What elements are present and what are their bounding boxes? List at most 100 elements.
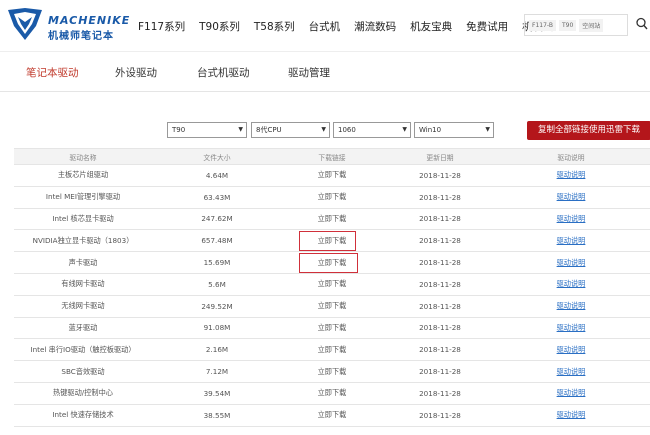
search-input[interactable]: F117-B T90 空间站 — [524, 14, 628, 36]
driver-notes-link-cell: 驱动说明 — [498, 252, 644, 273]
driver-notes-link[interactable]: 驱动说明 — [557, 279, 586, 289]
download-link-cell: 立即下载 — [282, 230, 382, 251]
driver-name-cell: 热键驱动/控制中心 — [14, 383, 152, 404]
download-link[interactable]: 立即下载 — [318, 323, 347, 333]
nav-guide[interactable]: 机友宝典 — [410, 19, 452, 34]
file-size: 38.55M — [203, 410, 231, 420]
dropdown-arrow-icon: ▼ — [402, 126, 407, 133]
update-date: 2018-11-28 — [419, 345, 461, 355]
driver-notes-link-cell: 驱动说明 — [498, 405, 644, 426]
download-link[interactable]: 立即下载 — [318, 388, 347, 398]
driver-name: Intel MEI管理引擎驱动 — [45, 192, 121, 202]
driver-notes-link-cell: 驱动说明 — [498, 274, 644, 295]
driver-notes-link[interactable]: 驱动说明 — [557, 170, 586, 180]
driver-notes-link[interactable]: 驱动说明 — [557, 323, 586, 333]
table-row: Intel 核芯显卡驱动 247.62M 立即下载 2018-11-28 驱动说明 — [14, 209, 650, 231]
nav-digital[interactable]: 潮流数码 — [354, 19, 396, 34]
logo-text-cn: 机械师笔记本 — [48, 31, 114, 42]
table-row: Intel 串行IO驱动（触控板驱动） 2.16M 立即下载 2018-11-28 驱动… — [14, 339, 650, 362]
file-size: 39.54M — [203, 388, 231, 398]
file-size: 657.48M — [201, 236, 233, 246]
model-select[interactable]: T90 ▼ — [167, 122, 247, 138]
model-select-value: T90 — [172, 126, 186, 134]
driver-notes-link[interactable]: 驱动说明 — [557, 236, 586, 246]
dropdown-arrow-icon: ▼ — [485, 126, 490, 133]
update-date: 2018-11-28 — [419, 388, 461, 398]
search-tag[interactable]: T90 — [558, 19, 577, 31]
download-link[interactable]: 立即下载 — [318, 410, 347, 420]
driver-notes-link[interactable]: 驱动说明 — [557, 345, 586, 355]
download-link[interactable]: 立即下载 — [318, 279, 347, 289]
driver-notes-link[interactable]: 驱动说明 — [557, 214, 586, 224]
driver-name-cell: Intel 核芯显卡驱动 — [14, 209, 152, 230]
nav-f117[interactable]: F117系列 — [138, 19, 185, 34]
download-link-cell: 立即下载 — [282, 209, 382, 230]
tab-laptop-drivers[interactable]: 笔记本驱动 — [26, 65, 79, 80]
driver-notes-link-cell: 驱动说明 — [498, 318, 644, 339]
file-size-cell: 657.48M — [152, 230, 282, 251]
driver-name: Intel 快速存储技术 — [52, 410, 114, 420]
tab-driver-management[interactable]: 驱动管理 — [288, 65, 330, 80]
cpu-select[interactable]: 8代CPU ▼ — [251, 122, 330, 138]
file-size-cell: 91.08M — [152, 318, 282, 339]
download-link[interactable]: 立即下载 — [318, 367, 347, 377]
update-date-cell: 2018-11-28 — [382, 296, 498, 317]
tab-peripheral-drivers[interactable]: 外设驱动 — [115, 65, 157, 80]
nav-free-trial[interactable]: 免费试用 — [466, 19, 508, 34]
driver-notes-link[interactable]: 驱动说明 — [557, 258, 586, 268]
nav-t58[interactable]: T58系列 — [254, 19, 295, 34]
table-row: NVIDIA独立显卡驱动（1803） 657.48M 立即下载 2018-11-28 驱… — [14, 230, 650, 253]
update-date-cell: 2018-11-28 — [382, 209, 498, 230]
update-date: 2018-11-28 — [419, 170, 461, 180]
download-link[interactable]: 立即下载 — [318, 170, 347, 180]
download-link[interactable]: 立即下载 — [318, 236, 347, 246]
file-size-cell: 5.6M — [152, 274, 282, 295]
logo-emblem-icon — [8, 8, 42, 40]
driver-name: 热键驱动/控制中心 — [53, 388, 113, 398]
driver-notes-link[interactable]: 驱动说明 — [557, 388, 586, 398]
copy-all-links-button[interactable]: 复制全部链接使用迅雷下载 — [527, 121, 650, 140]
download-link[interactable]: 立即下载 — [318, 192, 347, 202]
driver-notes-link[interactable]: 驱动说明 — [557, 367, 586, 377]
download-link-cell: 立即下载 — [282, 405, 382, 426]
machenike-logo[interactable]: MACHENIKE 机械师笔记本 — [6, 6, 131, 46]
nav-t90[interactable]: T90系列 — [199, 19, 240, 34]
search-icon[interactable] — [636, 17, 648, 31]
table-row: 蓝牙驱动 91.08M 立即下载 2018-11-28 驱动说明 — [14, 318, 650, 340]
header-driver-name: 驱动名称 — [69, 153, 97, 162]
update-date: 2018-11-28 — [419, 279, 461, 289]
os-select[interactable]: Win10 ▼ — [414, 122, 494, 138]
file-size-cell: 39.54M — [152, 383, 282, 404]
top-bar: MACHENIKE 机械师笔记本 F117系列 T90系列 T58系列 台式机 … — [0, 0, 650, 52]
driver-name: NVIDIA独立显卡驱动（1803） — [32, 235, 134, 245]
driver-notes-link[interactable]: 驱动说明 — [557, 192, 586, 202]
dropdown-arrow-icon: ▼ — [238, 126, 243, 133]
download-link-cell: 立即下载 — [282, 187, 382, 208]
table-row: 声卡驱动 15.69M 立即下载 2018-11-28 驱动说明 — [14, 252, 650, 274]
update-date: 2018-11-28 — [419, 192, 461, 202]
header-driver-notes: 驱动说明 — [557, 153, 585, 162]
search-tag[interactable]: F117-B — [529, 19, 556, 31]
download-link[interactable]: 立即下载 — [318, 258, 347, 268]
update-date-cell: 2018-11-28 — [382, 361, 498, 382]
driver-name: 无线网卡驱动 — [61, 301, 105, 311]
driver-notes-link[interactable]: 驱动说明 — [557, 410, 586, 420]
update-date: 2018-11-28 — [419, 367, 461, 377]
nav-desktop[interactable]: 台式机 — [309, 19, 341, 34]
driver-name: Intel 核芯显卡驱动 — [52, 213, 114, 223]
table-row: SBC音效驱动 7.12M 立即下载 2018-11-28 驱动说明 — [14, 361, 650, 383]
tab-desktop-drivers[interactable]: 台式机驱动 — [197, 65, 250, 80]
search-tag[interactable]: 空间站 — [579, 18, 604, 32]
driver-name: 有线网卡驱动 — [61, 279, 105, 289]
file-size: 4.64M — [205, 170, 229, 180]
driver-category-tabs: 笔记本驱动 外设驱动 台式机驱动 驱动管理 — [0, 52, 650, 92]
download-link[interactable]: 立即下载 — [318, 345, 347, 355]
file-size: 5.6M — [208, 279, 226, 289]
gpu-select[interactable]: 1060 ▼ — [333, 122, 411, 138]
download-link-cell: 立即下载 — [282, 165, 382, 186]
download-link[interactable]: 立即下载 — [318, 214, 347, 224]
driver-notes-link[interactable]: 驱动说明 — [557, 301, 586, 311]
update-date-cell: 2018-11-28 — [382, 165, 498, 186]
download-link[interactable]: 立即下载 — [318, 301, 347, 311]
update-date-cell: 2018-11-28 — [382, 252, 498, 273]
